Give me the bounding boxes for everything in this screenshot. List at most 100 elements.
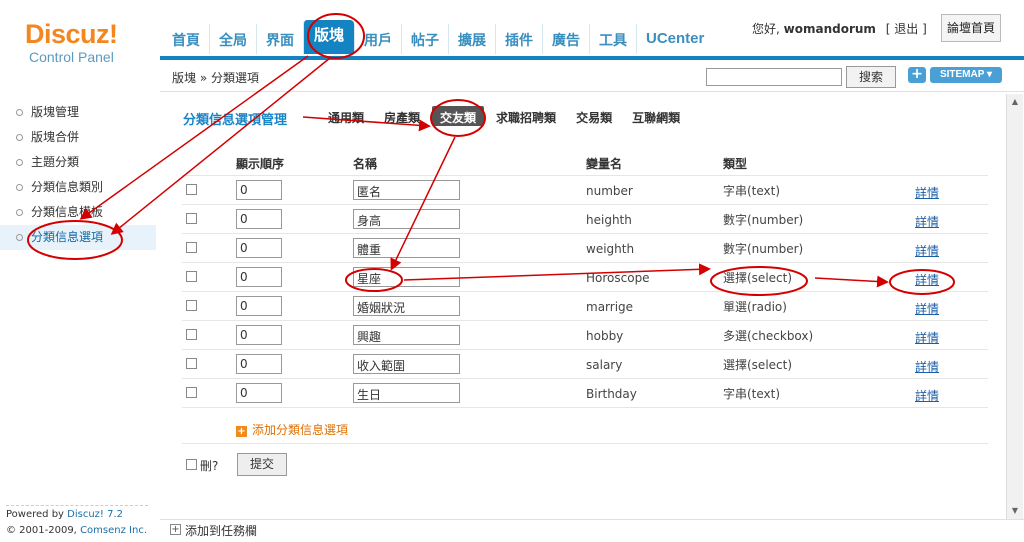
tab-jobs[interactable]: 求職招聘類 xyxy=(488,106,564,126)
name-input[interactable]: 生日 xyxy=(353,383,460,403)
order-input[interactable]: 0 xyxy=(236,354,282,374)
tab-internet[interactable]: 互聯網類 xyxy=(624,106,688,126)
detail-link[interactable]: 詳情 xyxy=(915,300,939,317)
nav-tab-extensions[interactable]: 擴展 xyxy=(448,24,495,54)
option-type: 字串(text) xyxy=(723,387,781,401)
search-button[interactable]: 搜索 xyxy=(846,66,896,88)
order-input[interactable]: 0 xyxy=(236,209,282,229)
greeting-text: 您好, xyxy=(752,22,780,36)
search-input[interactable] xyxy=(706,68,842,86)
order-input[interactable]: 0 xyxy=(236,383,282,403)
scroll-down-icon[interactable]: ▼ xyxy=(1009,506,1021,516)
detail-link[interactable]: 詳情 xyxy=(915,387,939,404)
logout-link[interactable]: [ 退出 ] xyxy=(886,22,927,36)
name-input[interactable]: 收入範圍 xyxy=(353,354,460,374)
order-input[interactable]: 0 xyxy=(236,325,282,345)
scroll-up-icon[interactable]: ▲ xyxy=(1009,97,1021,107)
tab-realestate[interactable]: 房產類 xyxy=(376,106,428,126)
variable-name: weighth xyxy=(586,242,635,256)
top-navigation: 首頁 全局 界面 版塊 用戶 帖子 擴展 插件 廣告 工具 UCenter xyxy=(163,20,713,54)
delete-all-checkbox[interactable] xyxy=(186,459,197,470)
add-option-link[interactable]: + 添加分類信息選項 xyxy=(236,421,348,438)
table-row: 0 體重 weighth 數字(number) 詳情 xyxy=(182,234,988,263)
nav-tab-forums[interactable]: 版塊 xyxy=(303,20,355,54)
logo: Discuz! Control Panel xyxy=(25,20,145,66)
row-checkbox[interactable] xyxy=(186,184,197,195)
sidebar-item-info-categories[interactable]: 分類信息類別 xyxy=(0,175,156,200)
powered-prefix: Powered by xyxy=(6,509,64,520)
breadcrumb-bar: 版塊 » 分類選項 搜索 + SITEMAP ▾ xyxy=(160,60,1024,92)
category-tabs: 通用類 房產類 交友類 求職招聘類 交易類 互聯網類 xyxy=(320,106,692,126)
tab-trade[interactable]: 交易類 xyxy=(568,106,620,126)
nav-tab-home[interactable]: 首頁 xyxy=(163,24,209,54)
sidebar-item-label: 主題分類 xyxy=(31,155,80,169)
sidebar-item-info-templates[interactable]: 分類信息模板 xyxy=(0,200,156,225)
name-input[interactable]: 體重 xyxy=(353,238,460,258)
tab-dating[interactable]: 交友類 xyxy=(432,106,485,126)
nav-tab-posts[interactable]: 帖子 xyxy=(401,24,448,54)
column-order: 顯示順序 xyxy=(236,157,285,171)
add-shortcut-button[interactable]: + xyxy=(908,67,926,83)
name-input[interactable]: 匿名 xyxy=(353,180,460,200)
order-input[interactable]: 0 xyxy=(236,180,282,200)
nav-tab-ads[interactable]: 廣告 xyxy=(542,24,589,54)
row-checkbox[interactable] xyxy=(186,358,197,369)
nav-tab-ucenter[interactable]: UCenter xyxy=(636,24,713,54)
table-row: 0 匿名 number 字串(text) 詳情 xyxy=(182,176,988,205)
logo-brand: Discuz! xyxy=(25,19,118,49)
nav-tab-users[interactable]: 用戶 xyxy=(354,24,401,54)
tab-general[interactable]: 通用類 xyxy=(320,106,372,126)
divider xyxy=(182,443,988,444)
row-checkbox[interactable] xyxy=(186,242,197,253)
detail-link[interactable]: 詳情 xyxy=(915,358,939,375)
nav-tab-global[interactable]: 全局 xyxy=(209,24,256,54)
column-variable: 變量名 xyxy=(586,157,623,171)
comsenz-link[interactable]: Comsenz Inc. xyxy=(80,525,147,536)
option-type: 數字(number) xyxy=(723,242,804,256)
option-type: 選擇(select) xyxy=(723,358,793,372)
add-to-taskbar[interactable]: 添加到任務欄 xyxy=(185,522,257,539)
name-input[interactable]: 身高 xyxy=(353,209,460,229)
sidebar-item-forum-manage[interactable]: 版塊管理 xyxy=(0,100,156,125)
row-checkbox[interactable] xyxy=(186,329,197,340)
taskbar: + 添加到任務欄 xyxy=(160,519,1024,542)
user-bar: 您好, womandorum [ 退出 ] xyxy=(752,20,927,37)
name-input[interactable]: 星座 xyxy=(353,267,460,287)
variable-name: Birthday xyxy=(586,387,637,401)
nav-tab-interface[interactable]: 界面 xyxy=(256,24,303,54)
row-checkbox[interactable] xyxy=(186,300,197,311)
name-input[interactable]: 婚姻狀況 xyxy=(353,296,460,316)
row-checkbox[interactable] xyxy=(186,387,197,398)
nav-tab-plugins[interactable]: 插件 xyxy=(495,24,542,54)
plus-icon: + xyxy=(236,426,247,437)
sidebar-item-info-options[interactable]: 分類信息選項 xyxy=(0,225,156,250)
expand-icon[interactable]: + xyxy=(170,524,181,535)
table-header: 顯示順序 名稱 變量名 類型 xyxy=(182,147,988,176)
table-row: 0 婚姻狀況 marrige 單選(radio) 詳情 xyxy=(182,292,988,321)
row-checkbox[interactable] xyxy=(186,213,197,224)
detail-link[interactable]: 詳情 xyxy=(915,213,939,230)
order-input[interactable]: 0 xyxy=(236,267,282,287)
page-title: 分類信息選項管理 xyxy=(183,113,288,128)
detail-link[interactable]: 詳情 xyxy=(915,242,939,259)
sidebar-item-label: 分類信息選項 xyxy=(31,230,104,244)
sidebar-item-thread-types[interactable]: 主題分類 xyxy=(0,150,156,175)
detail-link[interactable]: 詳情 xyxy=(915,329,939,346)
discuz-link[interactable]: Discuz! 7.2 xyxy=(67,509,123,520)
scrollbar[interactable]: ▲ ▼ xyxy=(1006,94,1023,519)
variable-name: salary xyxy=(586,358,623,372)
sidebar-item-label: 分類信息模板 xyxy=(31,205,104,219)
forum-home-button[interactable]: 論壇首頁 xyxy=(941,14,1001,42)
order-input[interactable]: 0 xyxy=(236,296,282,316)
powered-by: Powered by Discuz! 7.2 © 2001-2009, Coms… xyxy=(6,505,148,539)
sitemap-button[interactable]: SITEMAP ▾ xyxy=(930,67,1002,83)
row-checkbox[interactable] xyxy=(186,271,197,282)
name-input[interactable]: 興趣 xyxy=(353,325,460,345)
detail-link[interactable]: 詳情 xyxy=(915,271,939,288)
detail-link[interactable]: 詳情 xyxy=(915,184,939,201)
table-row: 0 興趣 hobby 多選(checkbox) 詳情 xyxy=(182,321,988,350)
nav-tab-tools[interactable]: 工具 xyxy=(589,24,636,54)
submit-button[interactable]: 提交 xyxy=(237,453,287,476)
sidebar-item-forum-merge[interactable]: 版塊合併 xyxy=(0,125,156,150)
order-input[interactable]: 0 xyxy=(236,238,282,258)
